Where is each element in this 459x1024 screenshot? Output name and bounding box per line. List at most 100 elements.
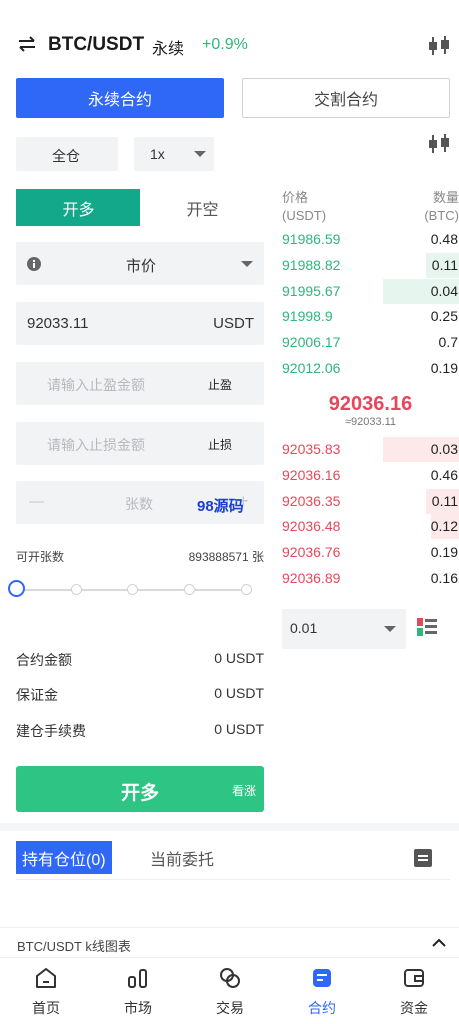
open-long-button[interactable]: 开多 看涨 [16,766,264,812]
price-input[interactable]: 92033.11 USDT [16,302,264,345]
summary-margin: 保证金 0 USDT [16,685,264,705]
bid-price: 92036.76 [282,544,341,561]
summary-value: 0 USDT [214,721,264,737]
header: BTC/USDT 永续 +0.9% [0,0,459,70]
summary-label: 建仓手续费 [16,723,86,739]
bid-qty: 0.16 [430,570,458,586]
bid-qty: 0.03 [430,441,458,457]
tab-holdings[interactable]: 持有仓位(0) [16,841,112,874]
tab-delivery[interactable]: 交割合约 [242,78,450,118]
nav-funds[interactable]: 资金 [368,958,459,1024]
ask-price: 91995.67 [282,282,341,299]
margin-mode-button[interactable]: 全仓 [16,137,118,171]
bid-price: 92036.35 [282,492,341,509]
bid-qty: 0.11 [431,492,458,509]
nav-contract[interactable]: 合约 [276,958,368,1024]
swap-icon[interactable] [17,36,37,52]
margin-mode-label: 全仓 [52,148,80,164]
order-type-select[interactable]: 市价 [16,242,264,285]
bid-row[interactable]: 92036.16 0.46 [282,463,459,488]
slider-mark-100[interactable] [241,584,252,595]
bid-qty: 0.12 [430,518,458,535]
summary-value: 0 USDT [214,685,264,701]
bid-price: 92036.48 [282,518,341,535]
home-icon [36,968,56,988]
nav-home[interactable]: 首页 [0,958,92,1024]
bid-row[interactable]: 92036.76 0.19 [282,540,459,565]
bid-row[interactable]: 92036.35 0.11 [282,488,459,514]
price-change: +0.9% [202,36,248,53]
bid-price: 92036.16 [282,466,341,483]
slider-handle[interactable] [8,580,25,597]
leverage-select[interactable]: 1x [134,137,214,171]
summary-contract-amount: 合约金额 0 USDT [16,650,264,670]
document-icon[interactable] [414,849,432,867]
precision-select[interactable]: 0.01 [282,609,406,649]
orderbook-layout-icon[interactable] [417,618,437,636]
pair-title[interactable]: BTC/USDT [48,34,144,56]
stop-loss-field[interactable]: 请输入止损金额 止损 [16,422,264,465]
wallet-icon [404,969,424,987]
candlestick-icon[interactable] [427,133,451,155]
ask-qty: 0.19 [430,360,458,376]
bid-row[interactable]: 92036.48 0.12 [282,514,459,540]
nav-label: 资金 [400,1000,428,1016]
open-long-label: 开多 [120,783,159,804]
slider-mark-75[interactable] [184,584,195,595]
bid-price: 92036.89 [282,570,341,586]
nav-label: 交易 [216,1000,244,1016]
ask-row[interactable]: 91998.9 0.25 [282,304,459,329]
take-profit-label: 止盈 [208,378,233,392]
qty-header-label: 数量 [432,190,459,205]
info-icon [27,257,41,271]
tab-underline [16,879,450,880]
stop-loss-label: 止损 [208,438,233,452]
bottom-nav: 首页 市场 交易 合约 资金 [0,957,459,1024]
slider-mark-50[interactable] [127,584,138,595]
nav-label: 合约 [308,1000,336,1016]
kline-chart-bar[interactable]: BTC/USDT k线图表 [0,927,459,957]
take-profit-placeholder: 请输入止盈金额 [47,377,145,393]
take-profit-field[interactable]: 请输入止盈金额 止盈 [16,362,264,405]
price-value: 92033.11 [27,315,89,332]
slider-mark-25[interactable] [71,584,82,595]
price-unit: USDT [213,315,254,332]
quantity-placeholder: 张数 [125,496,153,512]
section-divider [0,823,459,831]
minus-button[interactable]: — [29,493,44,510]
nav-label: 首页 [32,1000,60,1016]
summary-label: 保证金 [16,687,58,703]
ask-row[interactable]: 91986.59 0.48 [282,227,459,252]
ask-price: 91998.9 [282,308,333,325]
tab-short[interactable]: 开空 [140,189,265,226]
bid-price: 92035.83 [282,441,341,457]
summary-fee: 建仓手续费 0 USDT [16,721,264,741]
ask-row[interactable]: 92006.17 0.7 [282,330,459,355]
tab-long[interactable]: 开多 [16,189,141,226]
ask-row[interactable]: 91988.82 0.11 [282,252,459,278]
ask-row[interactable]: 91995.67 0.04 [282,278,459,304]
nav-market[interactable]: 市场 [92,958,184,1024]
bid-row[interactable]: 92036.89 0.16 [282,566,459,591]
chevron-up-icon[interactable] [432,938,446,947]
tab-current-orders[interactable]: 当前委托 [150,841,214,874]
nav-label: 市场 [124,1000,152,1016]
market-icon [128,969,147,988]
bid-row[interactable]: 92035.83 0.03 [282,437,459,462]
ask-price: 92006.17 [282,334,341,351]
contract-icon [313,969,331,987]
last-price: 92036.16 [328,393,413,415]
ask-price: 91986.59 [282,231,341,247]
orderbook-price-header: 价格 (USDT) [282,189,326,225]
chevron-down-icon [241,261,253,267]
trade-icon [220,968,240,988]
kline-chart-label: BTC/USDT k线图表 [17,939,131,954]
price-header-unit: (USDT) [282,208,327,223]
candlestick-icon[interactable] [427,35,451,57]
ask-price: 91988.82 [282,256,341,273]
ask-row[interactable]: 92012.06 0.19 [282,356,459,381]
nav-trade[interactable]: 交易 [184,958,276,1024]
available-label: 可开张数 [16,550,65,564]
order-type-label: 市价 [126,258,157,275]
tab-perpetual[interactable]: 永续合约 [16,78,224,118]
